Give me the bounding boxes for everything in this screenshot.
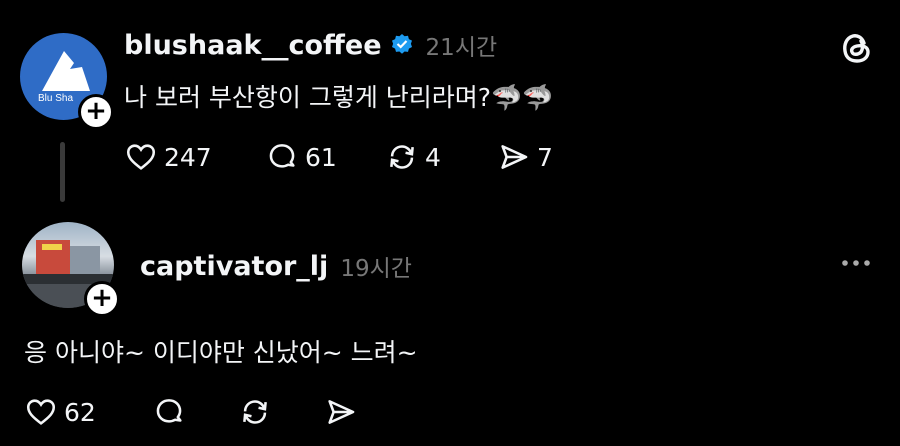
post-text: 나 보러 부산항이 그렇게 난리라며?🦈🦈 (124, 78, 553, 114)
share-button[interactable]: 7 (497, 140, 553, 174)
follow-button-reply[interactable]: + (84, 281, 120, 317)
timestamp: 21시간 (425, 35, 498, 61)
reply-comment-button[interactable] (152, 395, 186, 429)
comment-icon (269, 144, 295, 168)
reply-header: captivator_lj 19시간 (140, 249, 412, 283)
repost-icon (243, 400, 267, 424)
reply-repost-button[interactable] (238, 395, 272, 429)
username[interactable]: blushaak__coffee (124, 30, 382, 61)
follow-button[interactable]: + (78, 94, 114, 130)
heart-icon (26, 399, 56, 425)
comment-icon (156, 399, 182, 423)
reply-username[interactable]: captivator_lj (140, 251, 328, 282)
reply-count: 61 (305, 142, 337, 172)
reply-share-button[interactable] (324, 395, 358, 429)
reply-like-count: 62 (64, 397, 96, 427)
shark-emoji: 🦈🦈 (491, 83, 554, 112)
repost-icon (390, 145, 414, 169)
reply-like-button[interactable]: 62 (24, 395, 96, 429)
more-icon[interactable] (838, 250, 874, 276)
share-count: 7 (537, 142, 553, 172)
send-icon (328, 400, 355, 424)
reply-timestamp: 19시간 (340, 256, 412, 282)
post-body: 나 보러 부산항이 그렇게 난리라며? (124, 83, 492, 112)
send-icon (501, 145, 528, 169)
thread-line (60, 142, 65, 202)
reply-button[interactable]: 61 (265, 140, 337, 174)
repost-button[interactable]: 4 (385, 140, 441, 174)
verified-badge-icon (391, 34, 412, 54)
threads-logo-icon[interactable] (836, 28, 876, 68)
heart-icon (126, 144, 156, 170)
post-header: blushaak__coffee 21시간 (124, 28, 497, 62)
avatar-text: Blu Sha (38, 93, 73, 104)
like-button[interactable]: 247 (124, 140, 212, 174)
reply-text: 응 아니야~ 이디야만 신났어~ 느려~ (24, 338, 418, 367)
like-count: 247 (164, 142, 212, 172)
repost-count: 4 (425, 142, 441, 172)
